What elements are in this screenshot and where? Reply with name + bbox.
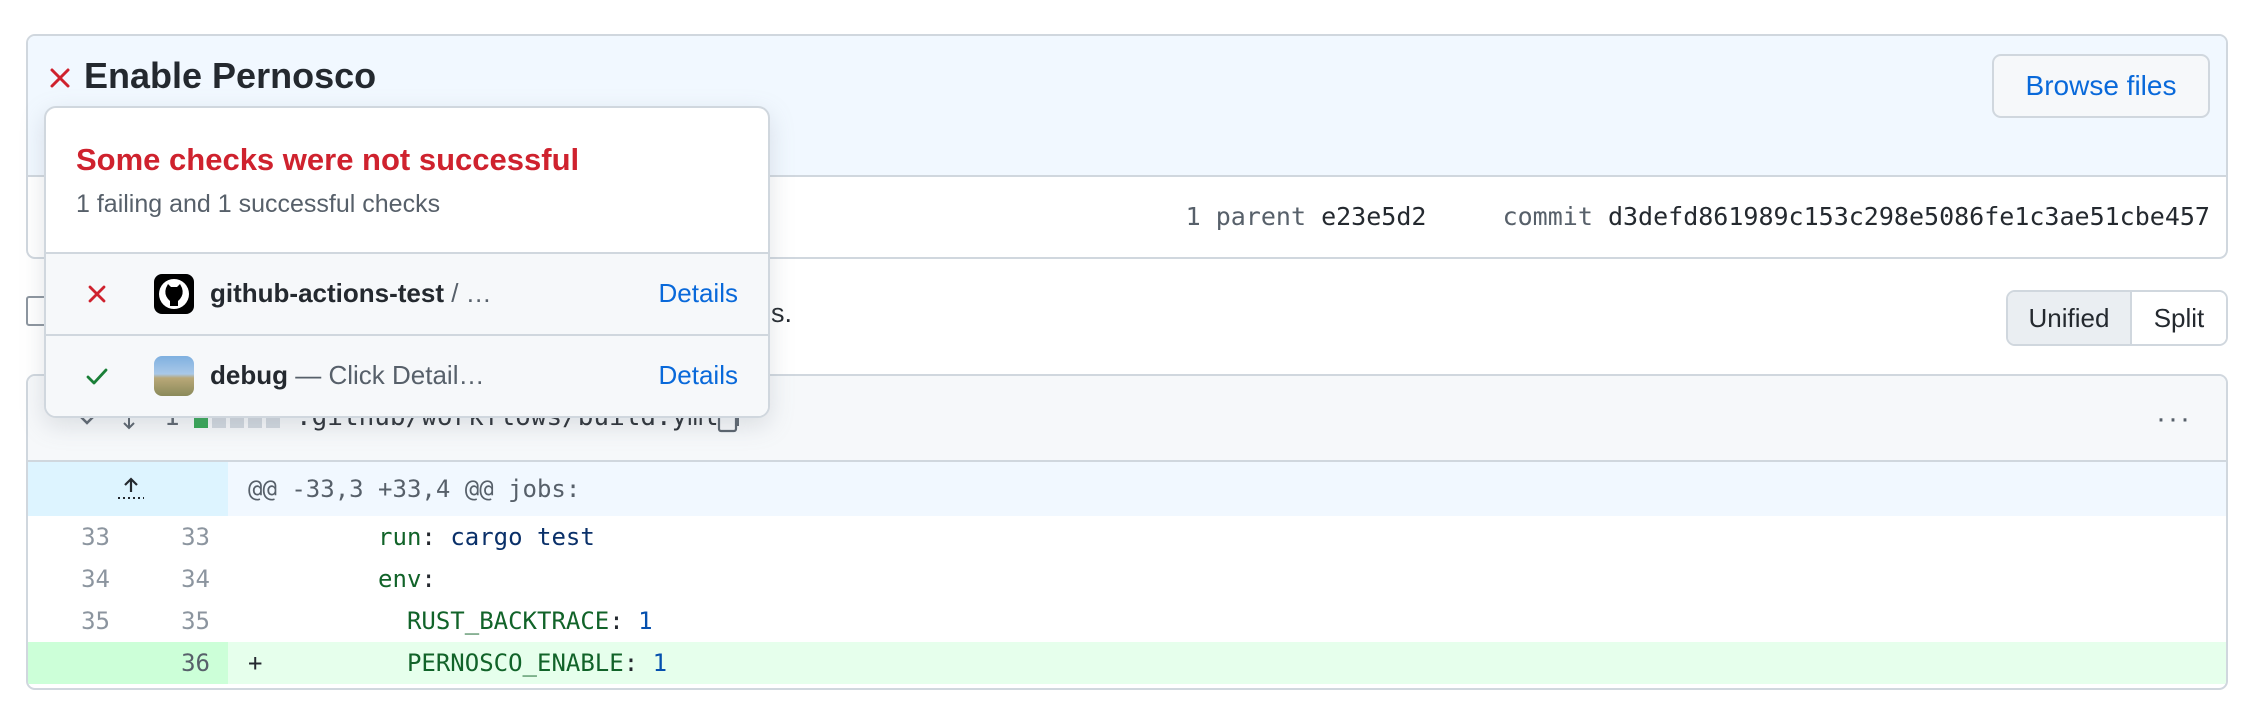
- old-line-number[interactable]: 34: [28, 558, 128, 600]
- commit-title: Enable Pernosco: [84, 55, 377, 96]
- file-diff: 1 .github/workflows/build.yml ··· @@ -33…: [26, 374, 2228, 690]
- old-line-number[interactable]: [28, 642, 128, 684]
- diff-line: 34 34 env:: [28, 558, 2226, 600]
- new-line-number[interactable]: 34: [128, 558, 228, 600]
- parent-label: 1 parent: [1185, 202, 1307, 231]
- hunk-expand-gutter[interactable]: [28, 462, 228, 516]
- parent-sha-link[interactable]: e23e5d2: [1321, 202, 1426, 231]
- success-check-icon: [86, 368, 108, 385]
- commit-label: commit: [1502, 202, 1593, 231]
- check-description: / …: [444, 278, 492, 308]
- old-line-number[interactable]: 33: [28, 516, 128, 558]
- new-line-number[interactable]: 36: [128, 642, 228, 684]
- diffstat-summary: s.: [771, 298, 793, 328]
- failure-x-icon: [88, 285, 106, 303]
- old-line-number[interactable]: 35: [28, 600, 128, 642]
- check-row: debug — Click Detail… Details: [46, 334, 768, 416]
- diff-line: 35 35 RUST_BACKTRACE: 1: [28, 600, 2226, 642]
- popover-subtitle: 1 failing and 1 successful checks: [76, 190, 441, 218]
- check-name: github-actions-test: [210, 278, 444, 308]
- popover-title: Some checks were not successful: [76, 142, 580, 177]
- browse-files-button[interactable]: Browse files: [1992, 54, 2210, 118]
- hunk-header: @@ -33,3 +33,4 @@ jobs:: [228, 462, 2226, 516]
- expand-up-icon[interactable]: [116, 476, 146, 502]
- diff-line-added: 36 + PERNOSCO_ENABLE: 1: [28, 642, 2226, 684]
- split-view-button[interactable]: Split: [2132, 292, 2226, 344]
- failure-x-icon[interactable]: [46, 64, 74, 92]
- details-link[interactable]: Details: [659, 278, 738, 309]
- unified-view-button[interactable]: Unified: [2008, 292, 2132, 344]
- commit-meta: 1 parent e23e5d2 commit d3defd861989c153…: [1186, 202, 2210, 231]
- new-line-number[interactable]: 35: [128, 600, 228, 642]
- more-options-button[interactable]: ···: [2156, 402, 2192, 436]
- details-link[interactable]: Details: [659, 360, 738, 391]
- check-name: debug: [210, 360, 288, 390]
- hunk-header-row: @@ -33,3 +33,4 @@ jobs:: [28, 462, 2226, 516]
- new-line-number[interactable]: 33: [128, 516, 228, 558]
- checks-popover: Some checks were not successful 1 failin…: [44, 106, 770, 418]
- diff-line: 33 33 run: cargo test: [28, 516, 2226, 558]
- commit-sha: d3defd861989c153c298e5086fe1c3ae51cbe457: [1607, 202, 2210, 231]
- github-actions-avatar: [154, 274, 194, 314]
- debug-app-avatar: [154, 356, 194, 396]
- check-row: github-actions-test / … Details: [46, 252, 768, 334]
- check-description: — Click Detail…: [288, 360, 485, 390]
- diff-view-toggle: Unified Split: [2006, 290, 2228, 346]
